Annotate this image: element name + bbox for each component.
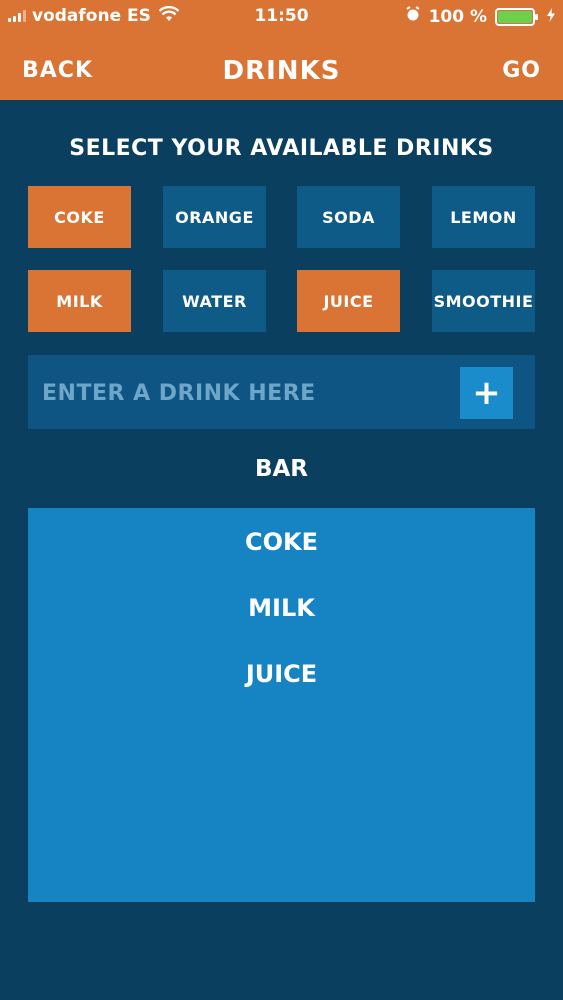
drink-chip-orange[interactable]: ORANGE (163, 186, 266, 248)
drink-chip-lemon[interactable]: LEMON (432, 186, 535, 248)
drink-chip-water[interactable]: WATER (163, 270, 266, 332)
nav-bar: BACK DRINKS GO (0, 50, 563, 94)
status-right: 100 % (405, 6, 555, 27)
drink-chip-juice[interactable]: JUICE (297, 270, 400, 332)
bar-item: JUICE (245, 660, 318, 688)
drink-chip-coke[interactable]: COKE (28, 186, 131, 248)
go-button[interactable]: GO (502, 58, 541, 83)
plus-icon: + (472, 373, 501, 413)
charging-icon (547, 7, 555, 27)
drink-chip-soda[interactable]: SODA (297, 186, 400, 248)
bar-item: MILK (248, 594, 315, 622)
bar-item: COKE (244, 528, 318, 556)
status-bar: vodafone ES 11:50 100 % (0, 0, 563, 34)
drink-chip-milk[interactable]: MILK (28, 270, 131, 332)
add-drink-bar: + (28, 355, 535, 429)
header: vodafone ES 11:50 100 % BACK DRINKS GO (0, 0, 563, 100)
alarm-icon (405, 6, 421, 27)
add-drink-button[interactable]: + (460, 367, 513, 419)
battery-icon (495, 7, 538, 26)
battery-label: 100 % (428, 6, 487, 27)
bar-list: COKE MILK JUICE (28, 508, 535, 902)
drink-input[interactable] (42, 373, 462, 413)
drink-chip-smoothie[interactable]: SMOOTHIE (432, 270, 535, 332)
page-title: DRINKS (222, 56, 341, 86)
section-heading: SELECT YOUR AVAILABLE DRINKS (69, 136, 494, 161)
bar-title: BAR (254, 456, 309, 482)
